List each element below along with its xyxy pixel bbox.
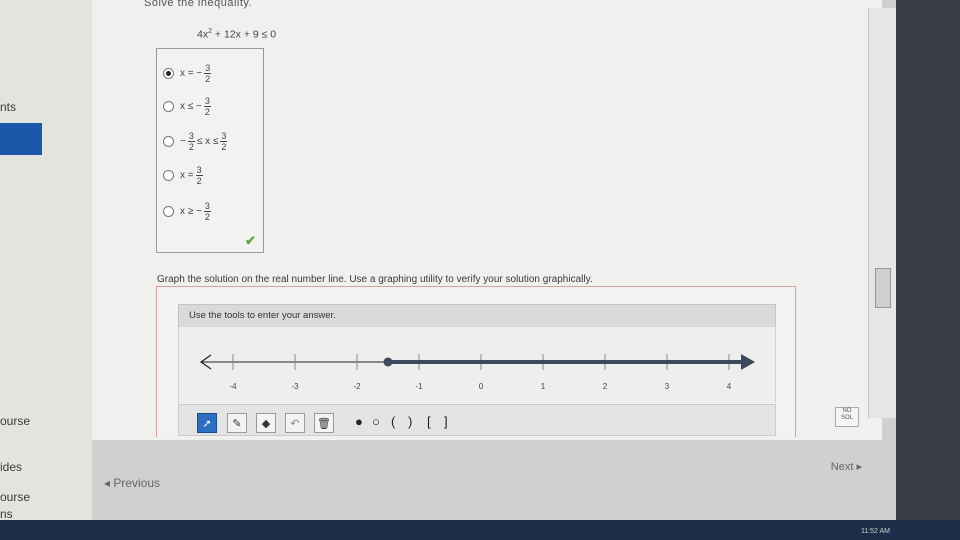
tick-label: 4 — [727, 382, 732, 391]
sidebar-item-4[interactable]: ns — [0, 507, 13, 521]
vertical-scrollbar[interactable] — [868, 8, 897, 418]
pointer-icon[interactable]: ➚ — [197, 413, 217, 433]
trash-icon[interactable]: 🗑 — [314, 413, 334, 433]
closed-dot-tool[interactable]: ● — [355, 414, 363, 429]
radio-button[interactable] — [163, 101, 174, 112]
sidebar-item-2[interactable]: ides — [0, 460, 22, 474]
close-paren-tool[interactable]: ) — [408, 414, 412, 429]
open-paren-tool[interactable]: ( — [391, 414, 395, 429]
no-solution-button[interactable]: NO SOL — [835, 407, 859, 427]
solution-ray-arrow — [741, 354, 755, 370]
number-line-area[interactable]: -4 -3 -2 -1 0 1 2 3 4 — [178, 327, 776, 403]
choice-1[interactable]: x ≤ − 32 — [163, 96, 213, 117]
radio-button[interactable] — [163, 136, 174, 147]
tick-label: 1 — [541, 382, 546, 391]
scroll-handle[interactable] — [875, 268, 891, 308]
question-page: Solve the inequality. 4x2 + 12x + 9 ≤ 0 … — [92, 0, 883, 440]
answer-choices: x = − 32 x ≤ − 32 − 32 ≤ x ≤ 32 x = 32 x… — [156, 48, 264, 253]
previous-button[interactable]: ◂ Previous — [104, 476, 160, 490]
open-dot-tool[interactable]: ○ — [372, 414, 380, 429]
sidebar-item-0[interactable]: nts — [0, 100, 16, 114]
radio-button-selected[interactable] — [163, 68, 174, 79]
choice-3[interactable]: x = 32 — [163, 165, 205, 186]
check-icon: ✔ — [245, 233, 256, 248]
graph-toolbar: ➚ ✎ ◆ ↶ 🗑 ● ○ ( ) [ ] NO SOL — [178, 404, 859, 436]
sidebar-item-3[interactable]: ourse — [0, 490, 30, 504]
number-line-svg[interactable]: -4 -3 -2 -1 0 1 2 3 4 — [179, 327, 775, 403]
eraser-icon[interactable]: ◆ — [256, 413, 276, 433]
tick-label: -2 — [353, 382, 361, 391]
sidebar-active-button[interactable] — [0, 123, 42, 155]
question-heading: Solve the inequality. — [144, 0, 253, 9]
tick-label: 3 — [665, 382, 670, 391]
tick-label: -3 — [291, 382, 299, 391]
tools-label: Use the tools to enter your answer. — [189, 310, 336, 321]
next-button[interactable]: Next ▸ — [831, 460, 862, 473]
choice-0[interactable]: x = − 32 — [163, 63, 213, 84]
clock: 11:52 AM — [860, 528, 890, 535]
nav-row: ◂ Previous Next ▸ — [92, 452, 882, 502]
open-bracket-tool[interactable]: [ — [427, 414, 431, 429]
tick-label: 0 — [479, 382, 484, 391]
inequality-equation: 4x2 + 12x + 9 ≤ 0 — [197, 28, 277, 41]
radio-button[interactable] — [163, 170, 174, 181]
window-edge — [896, 0, 960, 540]
choice-4[interactable]: x ≥ − 32 — [163, 201, 213, 222]
choice-2[interactable]: − 32 ≤ x ≤ 32 — [163, 131, 229, 152]
graph-instruction: Graph the solution on the real number li… — [157, 274, 593, 285]
close-bracket-tool[interactable]: ] — [444, 414, 448, 429]
tick-label: -4 — [229, 382, 237, 391]
left-sidebar: nts ourse ides ourse ns — [0, 0, 92, 540]
radio-button[interactable] — [163, 206, 174, 217]
taskbar: 11:52 AM — [0, 520, 960, 540]
solution-point — [383, 357, 393, 367]
undo-icon[interactable]: ↶ — [285, 413, 305, 433]
tools-header: Use the tools to enter your answer. — [178, 304, 776, 328]
tick-label: -1 — [415, 382, 423, 391]
pencil-icon[interactable]: ✎ — [227, 413, 247, 433]
tick-label: 2 — [603, 382, 608, 391]
sidebar-item-1[interactable]: ourse — [0, 414, 30, 428]
